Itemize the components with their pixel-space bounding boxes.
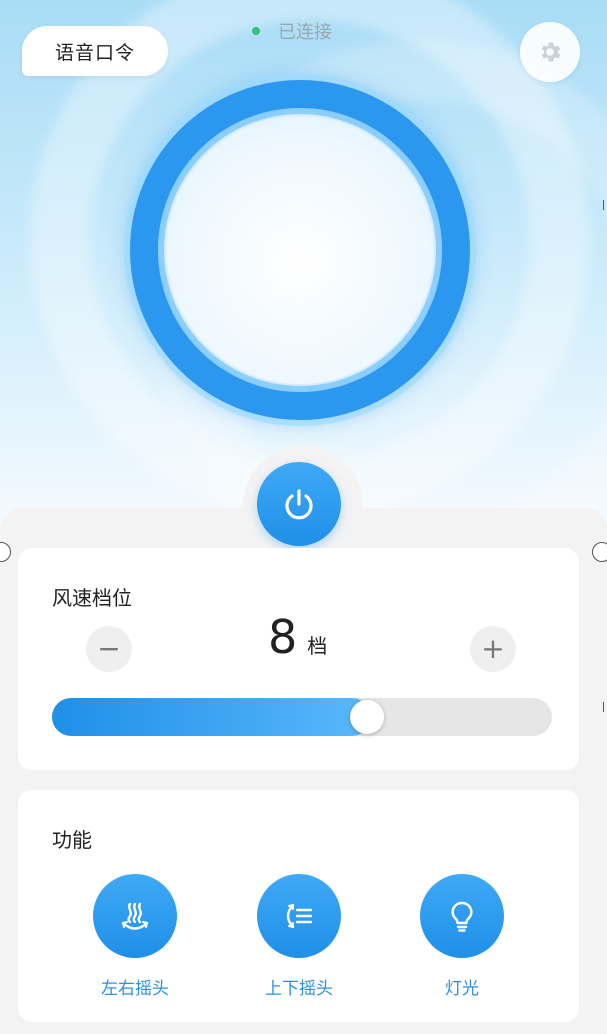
light-button[interactable] <box>420 874 504 958</box>
function-light[interactable]: 灯光 <box>402 874 522 999</box>
gear-icon <box>541 42 561 62</box>
function-vertical-swing[interactable]: 上下摇头 <box>239 874 359 999</box>
speed-slider[interactable] <box>52 698 552 736</box>
vertical-swing-label: 上下摇头 <box>265 979 333 999</box>
power-button[interactable] <box>257 462 341 546</box>
speed-title: 风速档位 <box>52 586 132 610</box>
fan-center <box>166 116 434 384</box>
horizontal-swing-button[interactable] <box>93 874 177 958</box>
status-dot-icon <box>252 27 260 35</box>
speed-slider-thumb[interactable] <box>350 700 384 734</box>
connection-status-text: 已连接 <box>278 22 332 43</box>
speed-value: 8 档 <box>268 610 327 664</box>
connection-status: 已连接 <box>252 18 332 44</box>
horizontal-swing-label: 左右摇头 <box>101 979 169 999</box>
speed-number: 8 <box>268 610 298 664</box>
power-icon <box>285 489 313 520</box>
edge-tick <box>603 702 604 712</box>
speed-increase-button[interactable]: + <box>470 626 516 672</box>
light-bulb-icon <box>451 901 473 932</box>
light-label: 灯光 <box>445 979 479 999</box>
minus-icon: − <box>97 632 121 665</box>
edge-handle-right <box>592 542 607 562</box>
vertical-swing-button[interactable] <box>257 874 341 958</box>
function-horizontal-swing[interactable]: 左右摇头 <box>75 874 195 999</box>
fan-control-screen: 语音口令 已连接 风速档位 − 8 档 + 功能 左右摇头 上下摇头 灯光 <box>0 0 607 1034</box>
speed-slider-fill <box>52 698 371 736</box>
functions-title: 功能 <box>52 828 92 852</box>
settings-button[interactable] <box>520 22 580 82</box>
edge-tick <box>603 200 604 210</box>
fan-visual <box>110 60 490 440</box>
speed-decrease-button[interactable]: − <box>86 626 132 672</box>
speed-unit: 档 <box>307 634 328 658</box>
plus-icon: + <box>481 632 505 665</box>
vertical-swing-icon <box>286 903 313 929</box>
horizontal-swing-icon <box>121 902 149 930</box>
